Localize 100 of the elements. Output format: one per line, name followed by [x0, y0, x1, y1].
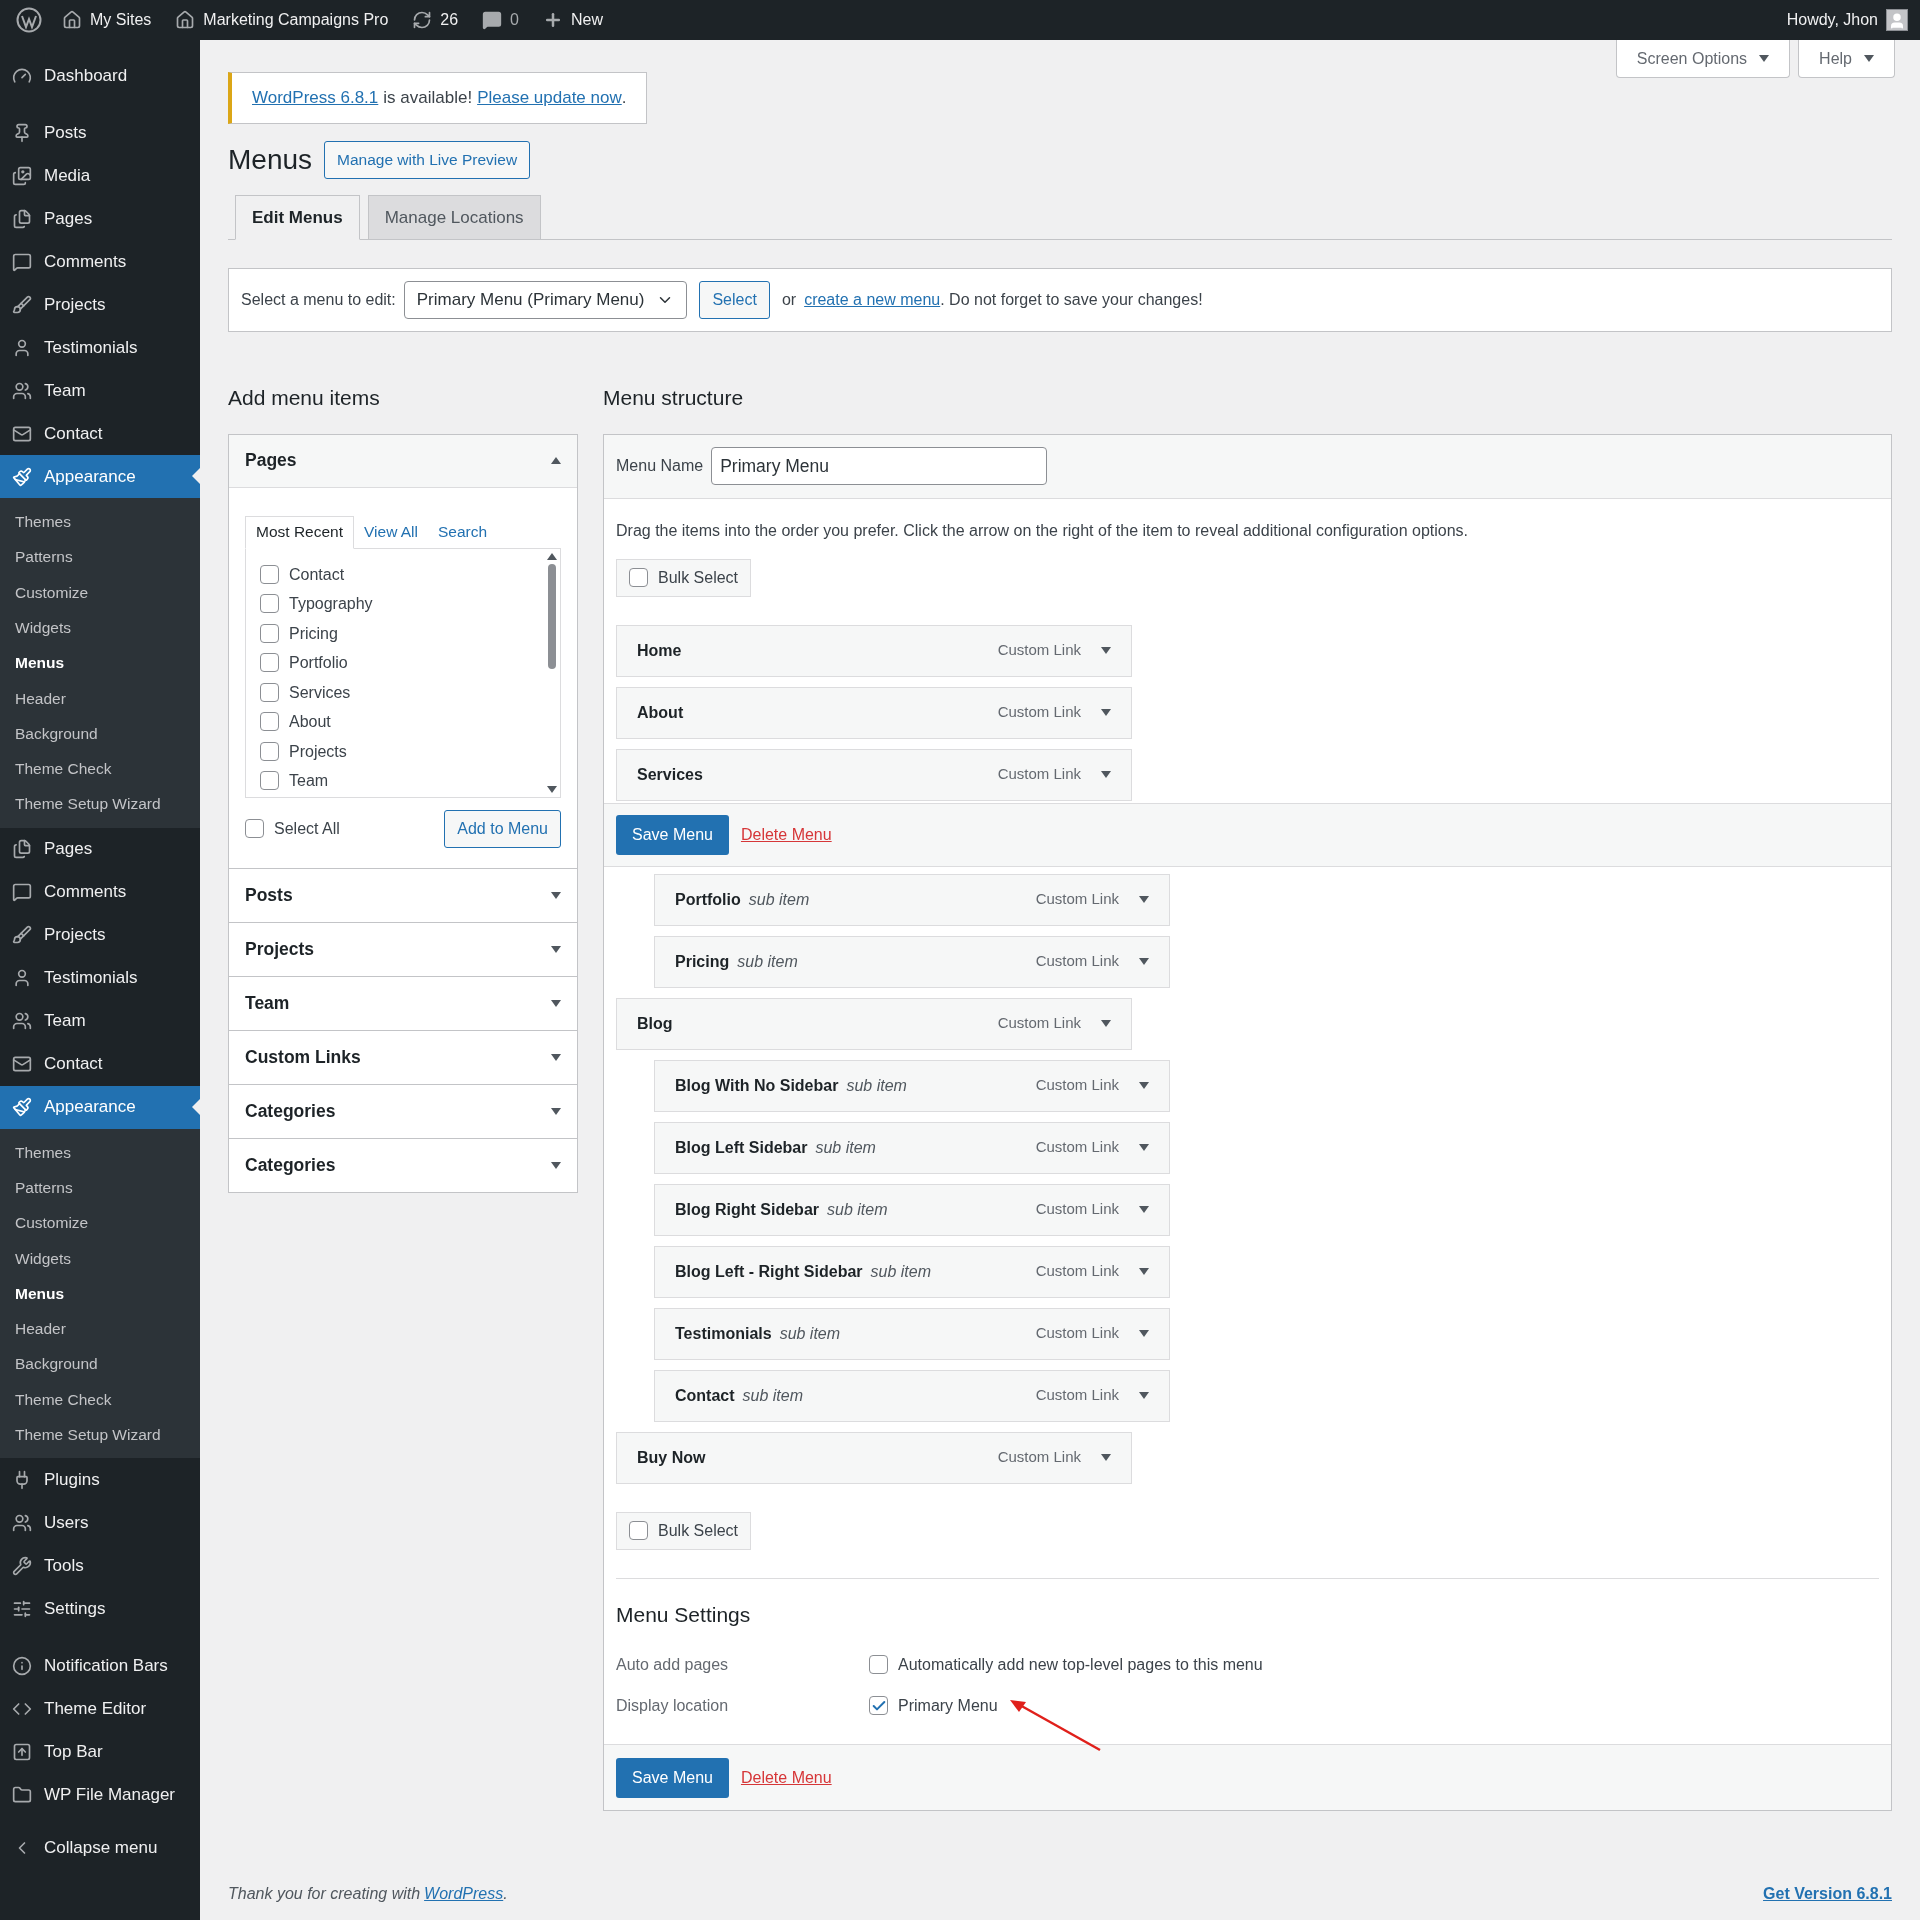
submenu-item[interactable]: Customize — [0, 1205, 200, 1241]
sidebar-item[interactable]: Collapse menu — [0, 1826, 200, 1870]
menu-item-bar[interactable]: About Custom Link — [616, 686, 1132, 739]
admin-bar-item[interactable]: Marketing Campaigns Pro — [163, 8, 401, 32]
accordion-header[interactable]: Categories — [229, 1138, 577, 1192]
submenu-item[interactable]: Theme Setup Wizard — [0, 1417, 200, 1453]
sidebar-item[interactable]: Projects — [0, 283, 200, 326]
delete-menu-link[interactable]: Delete Menu — [740, 822, 832, 847]
bulk-select-button[interactable]: Bulk Select — [616, 558, 752, 597]
checkbox[interactable] — [260, 564, 279, 584]
screen-meta-tab[interactable]: Help — [1798, 40, 1895, 78]
nav-tab[interactable]: Manage Locations — [367, 195, 541, 240]
submenu-item[interactable]: Patterns — [0, 1169, 200, 1206]
checkbox[interactable] — [260, 741, 279, 761]
submenu-item[interactable]: Header — [0, 1311, 200, 1347]
submenu-item[interactable]: Theme Check — [0, 1381, 200, 1418]
admin-bar-item[interactable]: 0 — [470, 8, 531, 32]
menu-dropdown[interactable]: Primary Menu (Primary Menu) — [403, 281, 688, 319]
checkbox[interactable] — [260, 623, 279, 643]
accordion-header[interactable]: Pages — [229, 434, 577, 488]
sidebar-item[interactable]: Top Bar — [0, 1730, 200, 1774]
scrollbar-thumb[interactable] — [548, 563, 556, 669]
save-menu-button[interactable]: Save Menu — [616, 1757, 729, 1798]
menu-item-bar[interactable]: Blog Custom Link — [616, 997, 1132, 1050]
sidebar-item[interactable]: Pages — [0, 827, 200, 871]
accordion-header[interactable]: Projects — [229, 922, 577, 976]
submenu-item[interactable]: Theme Setup Wizard — [0, 786, 200, 822]
accordion-header[interactable]: Categories — [229, 1084, 577, 1138]
sidebar-item[interactable]: Notification Bars — [0, 1644, 200, 1688]
checkbox[interactable] — [260, 653, 279, 672]
submenu-item[interactable]: Themes — [0, 1134, 200, 1170]
submenu-item[interactable]: Patterns — [0, 539, 200, 575]
panel-tab[interactable]: View All — [354, 515, 428, 549]
logo-icon[interactable] — [16, 7, 42, 33]
bulk-select-button[interactable]: Bulk Select — [616, 1511, 752, 1550]
sidebar-item[interactable]: Posts — [0, 111, 200, 154]
sidebar-item[interactable]: Pages — [0, 197, 200, 240]
submenu-item[interactable]: Menus — [0, 645, 200, 681]
checkbox[interactable] — [869, 1655, 888, 1674]
submenu-item[interactable]: Header — [0, 680, 200, 716]
sidebar-item[interactable]: WP File Manager — [0, 1773, 200, 1817]
submenu-item[interactable]: Theme Check — [0, 751, 200, 787]
live-preview-button[interactable]: Manage with Live Preview — [324, 141, 531, 179]
menu-item-bar[interactable]: Contact sub item Custom Link — [654, 1369, 1170, 1422]
panel-tab[interactable]: Search — [428, 515, 498, 549]
greeting[interactable]: Howdy, Jhon — [1786, 8, 1878, 32]
menu-item-bar[interactable]: Blog Left - Right Sidebar sub item Custom Link — [654, 1245, 1170, 1298]
save-menu-button[interactable]: Save Menu — [616, 814, 729, 855]
sidebar-item[interactable]: Team — [0, 369, 200, 412]
create-menu-link[interactable]: create a new menu — [804, 288, 941, 312]
submenu-item[interactable]: Background — [0, 1346, 200, 1382]
sidebar-item[interactable]: Testimonials — [0, 326, 200, 369]
admin-bar-item[interactable]: New — [531, 8, 616, 32]
menu-item-bar[interactable]: Blog Left Sidebar sub item Custom Link — [654, 1121, 1170, 1174]
sidebar-item[interactable]: Appearance — [0, 1085, 200, 1129]
checkbox[interactable] — [245, 819, 264, 838]
screen-meta-tab[interactable]: Screen Options — [1615, 40, 1791, 78]
menu-item-bar[interactable]: Portfolio sub item Custom Link — [654, 873, 1170, 926]
version-link[interactable]: WordPress 6.8.1 — [252, 85, 379, 111]
checkbox[interactable] — [260, 771, 279, 790]
add-to-menu-button[interactable]: Add to Menu — [444, 809, 561, 848]
sidebar-item[interactable]: Settings — [0, 1587, 200, 1631]
sidebar-item[interactable]: Comments — [0, 240, 200, 283]
nav-tab[interactable]: Edit Menus — [235, 195, 360, 240]
select-button[interactable]: Select — [699, 281, 770, 319]
sidebar-item[interactable]: Comments — [0, 870, 200, 914]
update-link[interactable]: Please update now — [477, 85, 622, 111]
accordion-header[interactable]: Posts — [229, 868, 577, 922]
sidebar-item[interactable]: Contact — [0, 412, 200, 455]
admin-bar-item[interactable]: My Sites — [50, 8, 164, 32]
sidebar-item[interactable]: Tools — [0, 1544, 200, 1588]
sidebar-item[interactable]: Testimonials — [0, 956, 200, 1000]
submenu-item[interactable]: Widgets — [0, 1240, 200, 1276]
accordion-header[interactable]: Team — [229, 976, 577, 1030]
checkbox[interactable] — [260, 682, 279, 702]
checkbox[interactable] — [260, 594, 279, 613]
menu-item-bar[interactable]: Blog Right Sidebar sub item Custom Link — [654, 1183, 1170, 1236]
submenu-item[interactable]: Background — [0, 715, 200, 752]
checkbox[interactable] — [629, 568, 648, 587]
menu-item-bar[interactable]: Home Custom Link — [616, 624, 1132, 677]
submenu-item[interactable]: Customize — [0, 574, 200, 610]
checkbox[interactable] — [260, 712, 279, 731]
checkbox[interactable] — [869, 1696, 888, 1715]
panel-tab[interactable]: Most Recent — [245, 515, 354, 549]
sidebar-item[interactable]: Theme Editor — [0, 1687, 200, 1731]
delete-menu-link[interactable]: Delete Menu — [740, 1765, 832, 1790]
sidebar-item[interactable]: Team — [0, 999, 200, 1043]
checkbox[interactable] — [629, 1521, 648, 1540]
sidebar-item[interactable]: Dashboard — [0, 54, 200, 97]
sidebar-item[interactable]: Plugins — [0, 1458, 200, 1502]
sidebar-item[interactable]: Media — [0, 154, 200, 197]
sidebar-item[interactable]: Contact — [0, 1042, 200, 1086]
menu-item-bar[interactable]: Testimonials sub item Custom Link — [654, 1307, 1170, 1360]
sidebar-item[interactable]: Users — [0, 1501, 200, 1545]
sidebar-item[interactable]: Appearance — [0, 455, 200, 498]
version-link[interactable]: Get Version 6.8.1 — [1763, 1882, 1892, 1906]
menu-item-bar[interactable]: Buy Now Custom Link — [616, 1431, 1132, 1484]
sidebar-item[interactable]: Projects — [0, 913, 200, 957]
menu-item-bar[interactable]: Blog With No Sidebar sub item Custom Link — [654, 1059, 1170, 1112]
submenu-item[interactable]: Menus — [0, 1275, 200, 1312]
